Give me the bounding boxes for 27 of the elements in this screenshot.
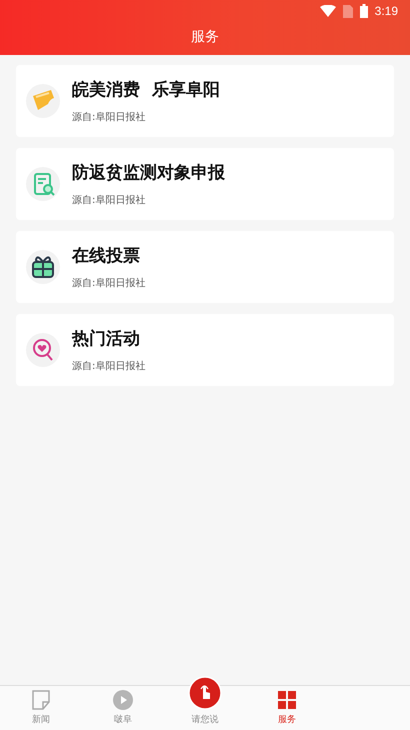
service-card[interactable]: 热门活动 源自:阜阳日报社 — [16, 314, 394, 386]
source-label: 源自:阜阳日报社 — [72, 276, 146, 290]
no-sim-icon — [342, 4, 353, 18]
service-title: 防返贫监测对象申报 — [72, 162, 225, 184]
tab-item[interactable]: 新闻 — [0, 686, 82, 730]
service-card[interactable]: 皖美消费 乐享阜阳 源自:阜阳日报社 — [16, 65, 394, 137]
source-label: 源自:阜阳日报社 — [72, 194, 146, 207]
wifi-icon — [320, 5, 336, 17]
source-label: 源自:阜阳日报社 — [72, 360, 146, 373]
service-title: 在线投票 — [72, 245, 141, 267]
play-icon — [113, 690, 133, 710]
page-title: 服务 — [190, 28, 220, 46]
battery-icon — [360, 4, 368, 18]
tab-item[interactable]: 啵阜 — [82, 686, 164, 730]
service-title: 皖美消费 乐享阜阳 — [72, 79, 220, 101]
service-title: 热门活动 — [72, 328, 141, 350]
grid-icon — [277, 690, 297, 710]
page-icon — [32, 690, 50, 710]
status-time: 3:19 — [374, 4, 398, 18]
tab-item[interactable]: 服务 — [246, 686, 328, 730]
ticket-icon — [26, 84, 60, 118]
document-search-icon — [26, 167, 60, 201]
gift-icon — [26, 250, 60, 284]
service-card[interactable]: 防返贫监测对象申报 源自:阜阳日报社 — [16, 148, 394, 220]
service-card[interactable]: 在线投票 源自:阜阳日报社 — [16, 231, 394, 303]
heart-search-icon — [26, 333, 60, 367]
source-label: 源自:阜阳日报社 — [72, 110, 146, 124]
